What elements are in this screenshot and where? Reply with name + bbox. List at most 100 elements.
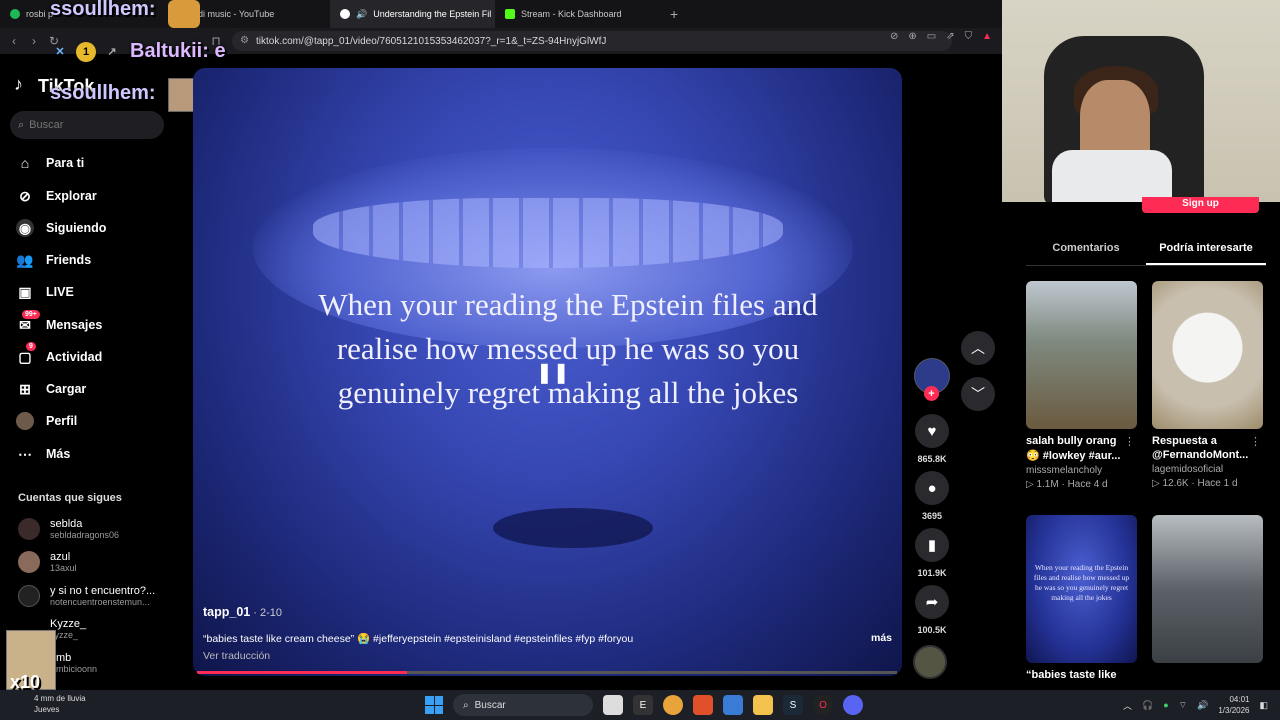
save-button[interactable]: ▮ 101.9K <box>912 528 952 578</box>
sidebar-item-explorar[interactable]: ⊘ Explorar <box>16 187 97 205</box>
tab-comentarios[interactable]: Comentarios <box>1026 236 1146 265</box>
share-icon[interactable]: ⇗ <box>946 31 954 42</box>
translate-link[interactable]: Ver traducción <box>203 650 270 662</box>
video-teeth-shape <box>313 198 783 268</box>
music-disc-icon[interactable] <box>913 645 947 679</box>
tab-kick[interactable]: Stream - Kick Dashboard <box>495 0 660 28</box>
new-tab-button[interactable]: + <box>660 6 688 22</box>
sidebar-item-siguiendo[interactable]: ◉ Siguiendo <box>16 219 106 237</box>
recommended-video[interactable]: When your reading the Epstein files and … <box>1026 515 1137 681</box>
shield-icon[interactable]: ⛉ <box>965 31 973 42</box>
shirt-shape <box>1052 150 1172 202</box>
site-settings-icon[interactable]: ⚙ <box>240 35 249 46</box>
task-view-icon[interactable] <box>603 695 623 715</box>
tab-label: Stream - Kick Dashboard <box>521 9 622 19</box>
url-field[interactable]: ⚙ tiktok.com/@tapp_01/video/760512101535… <box>232 31 952 51</box>
clock[interactable]: 04:01 1/3/2026 <box>1218 694 1249 716</box>
sidebar-item-live[interactable]: ▣ LIVE <box>16 283 74 301</box>
recommended-video[interactable] <box>1152 515 1263 663</box>
recommended-video[interactable]: salah bully orang 😳 #lowkey #aur... miss… <box>1026 281 1137 490</box>
following-account[interactable]: y si no t encuentro?... notencuentroenste… <box>18 585 155 607</box>
like-button[interactable]: ♥ 865.8K <box>912 414 952 464</box>
sidebar-item-label: Perfil <box>46 414 78 428</box>
share-icon: ➦ <box>915 585 949 619</box>
account-handle: notencuentroenstemun... <box>50 597 150 607</box>
video-thumbnail <box>1152 515 1263 663</box>
opera-gx-icon[interactable]: O <box>813 695 833 715</box>
system-tray: ︿ 🎧 ● ⌔ 🔊 04:01 1/3/2026 ◧ <box>1123 694 1268 716</box>
discord-icon[interactable] <box>843 695 863 715</box>
video-caption: When your reading the Epstein files and … <box>318 287 818 410</box>
next-video-button[interactable]: ﹀ <box>961 377 995 411</box>
video-player[interactable]: When your reading the Epstein files and … <box>193 68 902 676</box>
windows-taskbar: 4 mm de lluvia Jueves ⌕ Buscar E S O ︿ 🎧… <box>0 690 1280 720</box>
search-input[interactable] <box>29 119 150 131</box>
video-username[interactable]: tapp_01 <box>203 605 250 619</box>
video-author[interactable]: tapp_01 · 2-10 <box>203 605 282 619</box>
follow-plus-icon[interactable]: + <box>924 386 939 401</box>
avatar <box>18 518 40 540</box>
tab-podria-interesarte[interactable]: Podría interesarte <box>1146 236 1266 265</box>
previous-video-button[interactable]: ︿ <box>961 331 995 365</box>
more-link[interactable]: más <box>871 632 892 644</box>
back-icon[interactable]: ‹ <box>4 34 24 48</box>
video-shadow-shape <box>493 508 653 548</box>
steam-icon[interactable]: S <box>783 695 803 715</box>
folder-icon[interactable] <box>753 695 773 715</box>
share-button[interactable]: ➦ 100.5K <box>912 585 952 635</box>
kick-icon <box>505 9 515 19</box>
more-options-icon[interactable]: ⋮ <box>1124 435 1135 448</box>
zoom-icon[interactable]: ⊕ <box>908 31 916 42</box>
windows-start-icon[interactable] <box>425 696 443 714</box>
video-progress-bar[interactable] <box>197 671 897 674</box>
sidebar-item-perfil[interactable]: Perfil <box>16 412 77 430</box>
sidebar-item-mensajes[interactable]: ✉ 99+ Mensajes <box>16 310 102 334</box>
sidebar-item-mas[interactable]: ⋯ Más <box>16 445 70 463</box>
sidebar-item-actividad[interactable]: ▢ 9 Actividad <box>16 342 102 366</box>
vpn-icon[interactable]: ▲ <box>982 31 992 42</box>
arrow-icon: ↗ <box>107 46 117 58</box>
account-name: Kyzze_ <box>50 618 87 630</box>
tab-tiktok[interactable]: 🔊 Understanding the Epstein Fil × <box>330 0 495 28</box>
brave-icon[interactable] <box>693 695 713 715</box>
sidebar-item-friends[interactable]: 👥 Friends <box>16 251 91 269</box>
sidebar-item-label: LIVE <box>46 285 74 299</box>
pause-icon[interactable]: ❚❚ <box>536 360 570 385</box>
video-author: lagemidosoficial <box>1152 464 1224 475</box>
sidebar-item-label: Cargar <box>46 382 87 396</box>
comment-button[interactable]: ● 3695 <box>912 471 952 521</box>
chrome-icon[interactable] <box>663 695 683 715</box>
video-stats: ▷ 1.1M · Hace 4 d <box>1026 479 1108 490</box>
sidebar-item-para-ti[interactable]: ⌂ Para ti <box>16 154 84 172</box>
following-account[interactable]: mb mbicioonn <box>56 652 97 674</box>
gold-badge: 1 <box>76 41 96 62</box>
weather-widget[interactable]: 4 mm de lluvia Jueves <box>34 693 86 715</box>
tracking-icon[interactable]: ⊘ <box>890 31 898 42</box>
microphone-icon[interactable]: ● <box>1163 700 1168 710</box>
video-thumbnail <box>1152 281 1263 429</box>
video-description: “babies taste like cream cheese” 😭 #jeff… <box>203 633 634 645</box>
more-options-icon[interactable]: ⋮ <box>1250 435 1261 448</box>
recommended-video[interactable]: Respuesta a @FernandoMont... lagemidosof… <box>1152 281 1263 489</box>
cast-icon[interactable]: ▭ <box>927 31 936 42</box>
comment-count: 3695 <box>921 511 943 521</box>
forward-icon[interactable]: › <box>24 34 44 48</box>
chevron-up-icon[interactable]: ︿ <box>1123 699 1132 712</box>
signup-button[interactable]: Sign up <box>1142 197 1259 213</box>
search-box[interactable]: ⌕ <box>10 111 164 139</box>
store-icon[interactable] <box>723 695 743 715</box>
tab-label: bidi music - YouTube <box>191 9 275 19</box>
following-account[interactable]: azul 13axul <box>18 551 77 573</box>
volume-icon[interactable]: 🔊 <box>1197 700 1208 711</box>
wifi-icon[interactable]: ⌔ <box>1179 700 1187 711</box>
activity-badge: 9 <box>26 342 36 351</box>
headset-icon[interactable]: 🎧 <box>1142 700 1153 711</box>
live-icon: ▣ <box>18 283 32 300</box>
sidebar-item-cargar[interactable]: ⊞ Cargar <box>16 380 86 398</box>
notification-icon[interactable]: ◧ <box>1259 700 1268 711</box>
taskbar-search[interactable]: ⌕ Buscar <box>453 694 593 716</box>
share-count: 100.5K <box>917 625 947 635</box>
sidebar-item-label: Siguiendo <box>46 221 107 235</box>
following-account[interactable]: seblda sebldadragons06 <box>18 518 119 540</box>
epic-games-icon[interactable]: E <box>633 695 653 715</box>
